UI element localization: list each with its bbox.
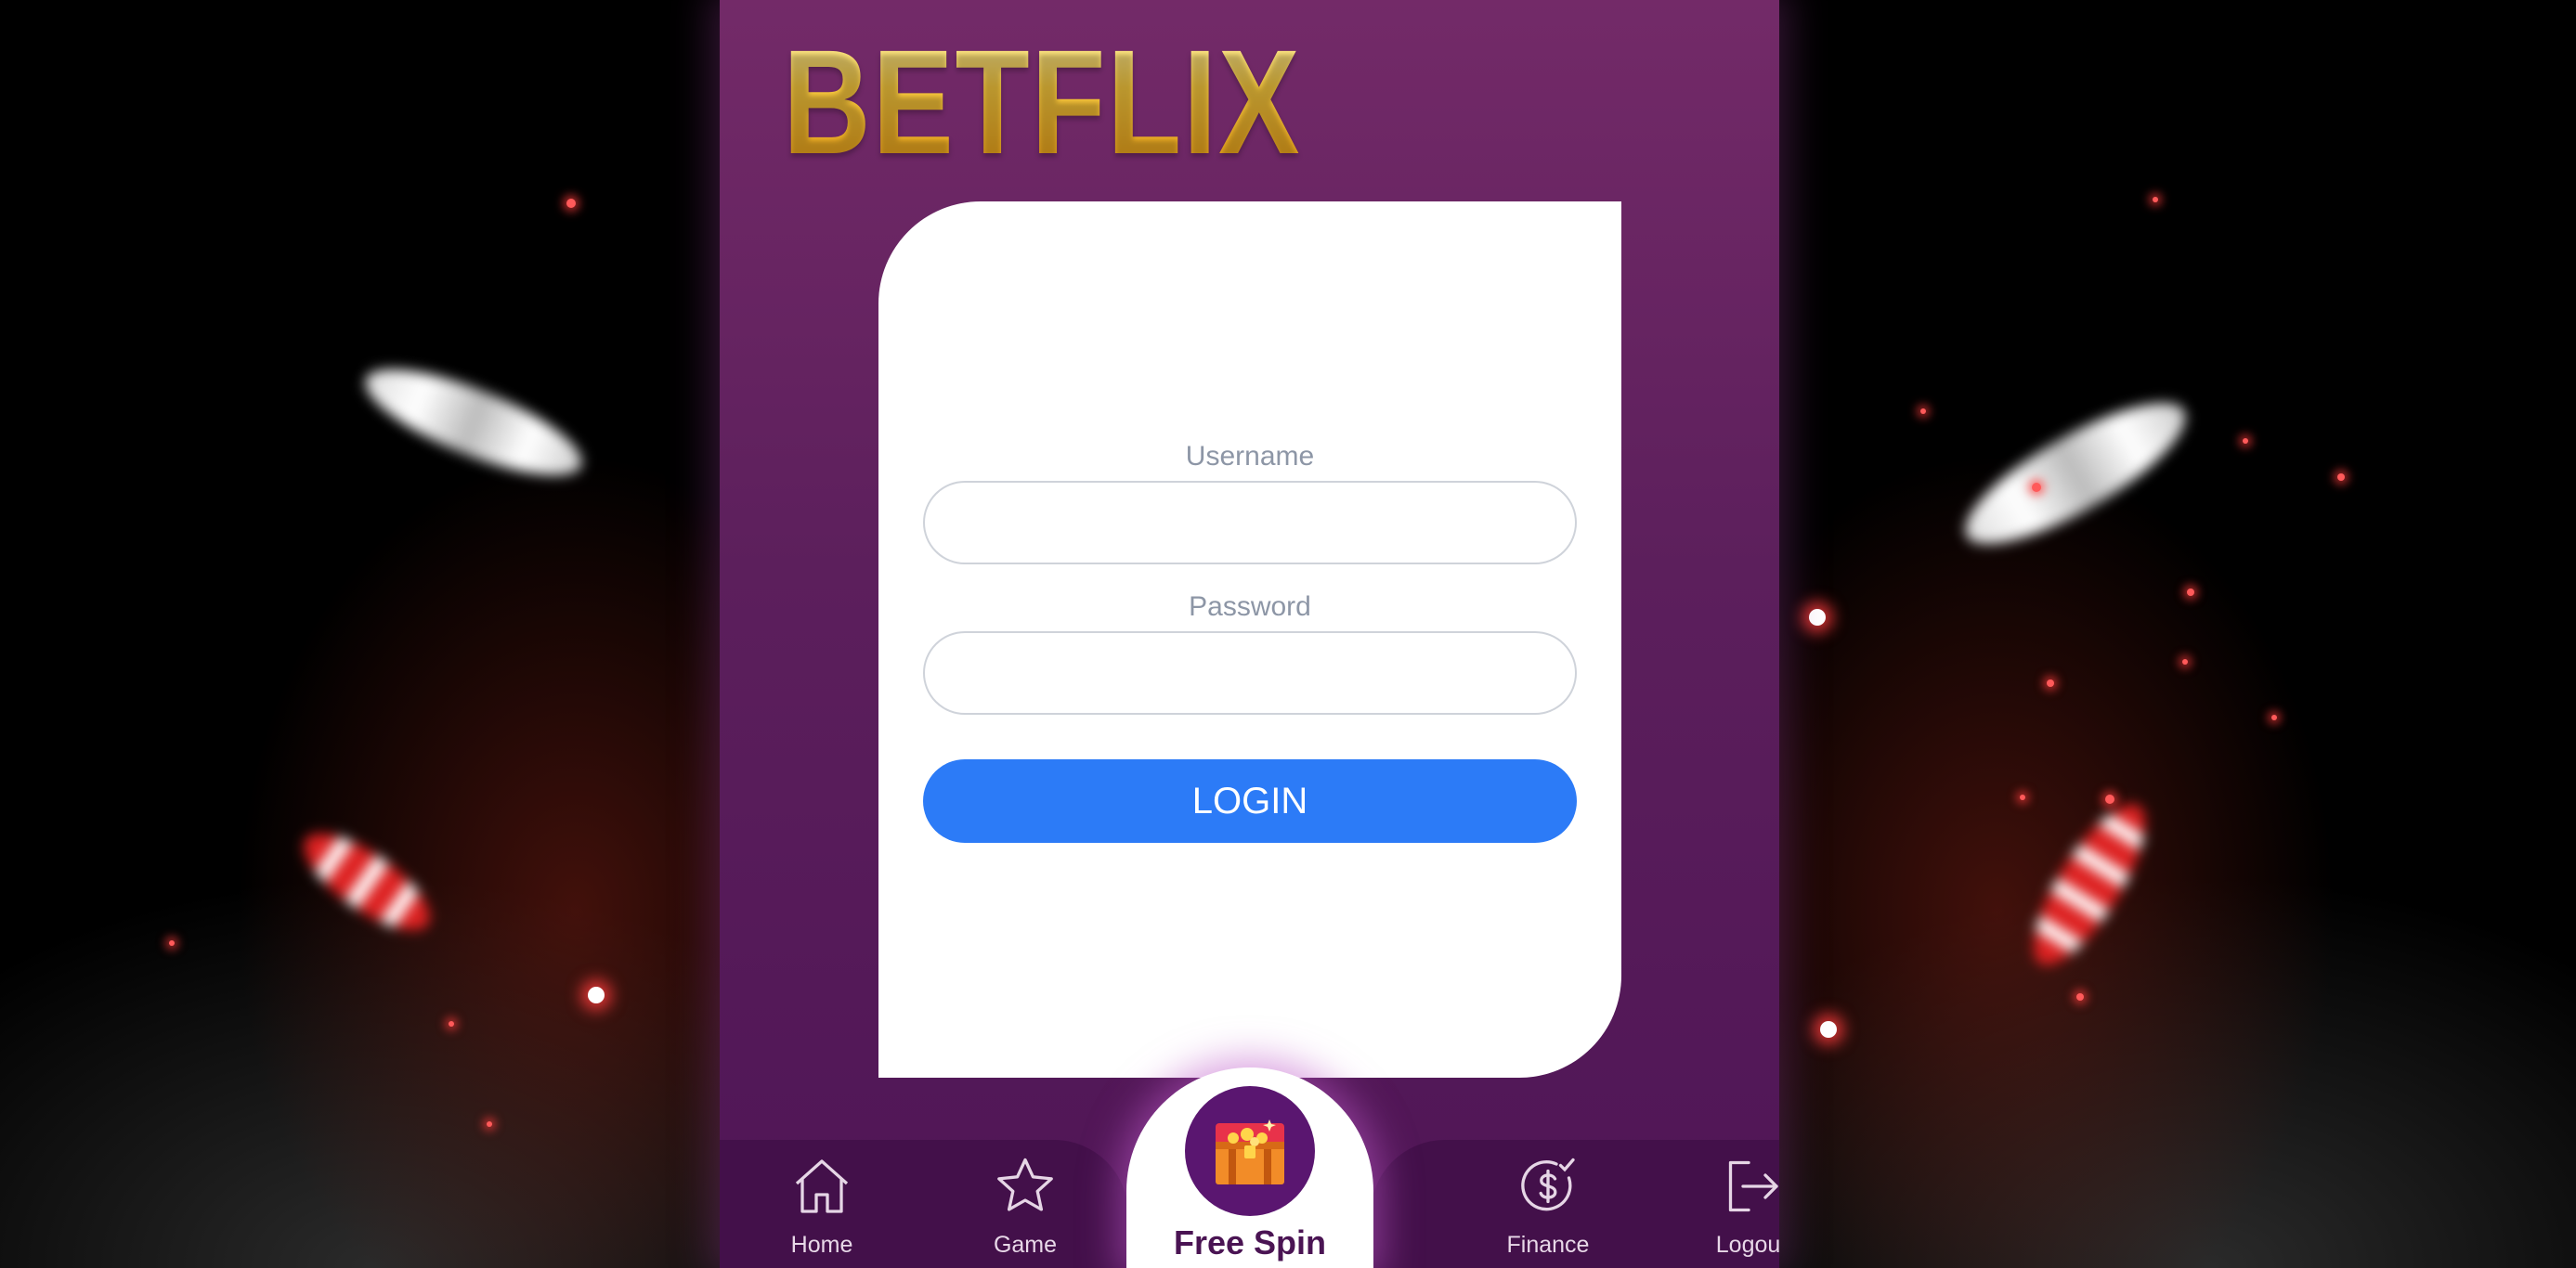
spark-decoration [2271,715,2277,720]
spark-decoration [2105,795,2114,804]
spark-decoration [1820,1021,1837,1038]
nav-label-game: Game [993,1232,1058,1258]
spark-decoration [2182,659,2188,665]
spark-decoration [449,1021,454,1027]
free-spin-badge [1185,1086,1315,1216]
nav-item-game[interactable]: Game [951,1140,1099,1268]
betflix-logo[interactable]: BETFLIX [783,28,1301,176]
spark-decoration [2047,679,2054,687]
spark-decoration [2187,589,2194,596]
spark-decoration [2076,993,2084,1001]
login-card: Username Password LOGIN [878,201,1621,1078]
home-icon [795,1159,849,1213]
nav-label-logout: Logout [1715,1232,1779,1258]
poker-chip-decoration [353,348,594,497]
spark-decoration [2153,197,2158,202]
spark-decoration [2032,483,2041,492]
poker-chip-decoration [1948,378,2203,569]
spark-decoration [1920,408,1926,414]
logout-icon [1728,1160,1778,1212]
password-label: Password [1189,591,1311,622]
spark-decoration [487,1121,492,1127]
treasure-chest-icon [1216,1119,1284,1184]
nav-item-logout[interactable]: Logout [1677,1140,1779,1268]
username-input[interactable] [923,481,1577,564]
nav-item-finance[interactable]: Finance [1474,1140,1622,1268]
password-input[interactable] [923,631,1577,715]
login-button[interactable]: LOGIN [923,759,1577,843]
username-label: Username [1185,441,1315,472]
nav-item-free-spin[interactable]: Free Spin [1126,1067,1373,1268]
nav-label-home: Home [790,1232,853,1258]
poker-chip-decoration [2014,789,2165,980]
poker-chip-decoration [290,816,444,948]
star-icon [997,1158,1053,1211]
spark-decoration [2243,438,2248,444]
dollar-check-icon [1521,1158,1575,1211]
nav-item-home[interactable]: Home [748,1140,896,1268]
spark-decoration [566,199,576,208]
main-panel: BETFLIX Username Password LOGIN Home Gam… [720,0,1779,1268]
spark-decoration [2337,473,2345,481]
page-background: BETFLIX Username Password LOGIN Home Gam… [0,0,2576,1268]
nav-label-finance: Finance [1506,1232,1590,1258]
spark-decoration [588,987,605,1003]
nav-label-free-spin: Free Spin [1173,1223,1327,1262]
spark-decoration [2020,795,2025,800]
spark-decoration [169,940,175,946]
spark-decoration [1809,609,1826,626]
